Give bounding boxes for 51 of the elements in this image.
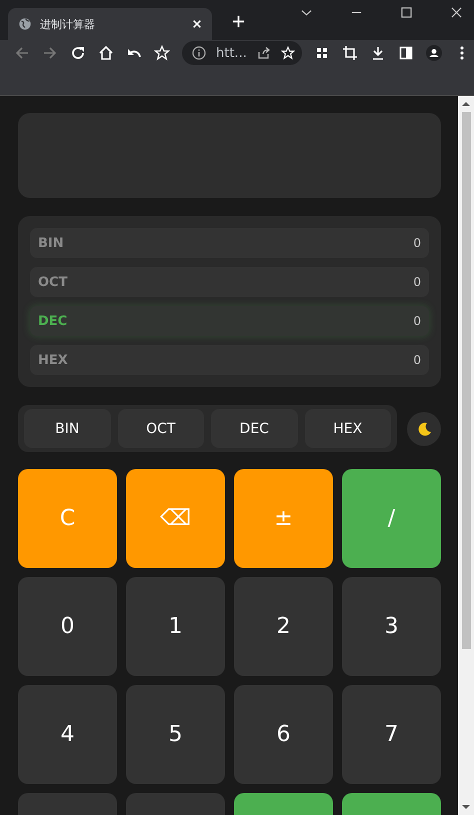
base-label: BIN bbox=[38, 236, 64, 250]
mode-button[interactable]: OCT bbox=[118, 409, 204, 448]
home-icon[interactable] bbox=[98, 45, 114, 61]
base-label: DEC bbox=[38, 314, 68, 328]
scrollbar[interactable] bbox=[458, 96, 474, 815]
moon-icon bbox=[416, 420, 432, 436]
star-icon[interactable] bbox=[280, 46, 295, 60]
close-icon[interactable] bbox=[451, 7, 462, 18]
extensions-icon[interactable] bbox=[314, 45, 330, 61]
calculator-key[interactable]: 6 bbox=[234, 685, 333, 784]
calculator-key[interactable]: 7 bbox=[342, 685, 441, 784]
crop-icon[interactable] bbox=[342, 45, 358, 61]
scroll-down-icon[interactable] bbox=[462, 804, 470, 810]
calculator-key[interactable]: 2 bbox=[234, 577, 333, 676]
sidebar-icon[interactable] bbox=[398, 45, 414, 61]
back-icon[interactable] bbox=[14, 45, 30, 61]
download-icon[interactable] bbox=[370, 45, 386, 61]
conversion-row[interactable]: BIN 0 bbox=[30, 228, 429, 258]
profile-icon[interactable] bbox=[426, 45, 442, 61]
theme-toggle-button[interactable] bbox=[407, 412, 441, 446]
url-text: htt... bbox=[216, 46, 247, 60]
conversion-row[interactable]: OCT 0 bbox=[30, 267, 429, 297]
base-value: 0 bbox=[413, 353, 421, 367]
base-value: 0 bbox=[413, 314, 421, 328]
new-tab-icon[interactable] bbox=[232, 15, 245, 28]
tab-title: 进制计算器 bbox=[40, 16, 96, 32]
mode-button[interactable]: DEC bbox=[211, 409, 298, 448]
calculator-key[interactable]: 0 bbox=[18, 577, 117, 676]
share-icon[interactable] bbox=[256, 46, 271, 60]
forward-icon[interactable] bbox=[42, 45, 58, 61]
conversion-row[interactable]: DEC 0 bbox=[30, 306, 429, 336]
info-icon bbox=[192, 46, 206, 60]
calculator-key[interactable]: 5 bbox=[126, 685, 225, 784]
calculator-key[interactable]: 4 bbox=[18, 685, 117, 784]
base-label: OCT bbox=[38, 274, 68, 290]
address-bar[interactable]: htt... bbox=[182, 41, 302, 65]
reload-icon[interactable] bbox=[70, 45, 86, 61]
star-icon[interactable] bbox=[154, 45, 170, 61]
scrollbar-thumb[interactable] bbox=[462, 112, 470, 649]
scroll-up-icon[interactable] bbox=[462, 101, 470, 107]
mode-button[interactable]: HEX bbox=[304, 409, 391, 448]
calculator-key[interactable]: 3 bbox=[342, 577, 441, 676]
browser-tab[interactable]: 进制计算器 bbox=[8, 8, 212, 40]
base-label: HEX bbox=[38, 352, 68, 368]
base-value: 0 bbox=[413, 236, 421, 250]
base-value: 0 bbox=[413, 275, 421, 289]
calculator-key[interactable]: 1 bbox=[126, 577, 225, 676]
globe-icon bbox=[18, 17, 32, 31]
mode-button[interactable]: BIN bbox=[24, 409, 110, 448]
maximize-icon[interactable] bbox=[401, 7, 412, 18]
conversion-row[interactable]: HEX 0 bbox=[30, 345, 429, 375]
